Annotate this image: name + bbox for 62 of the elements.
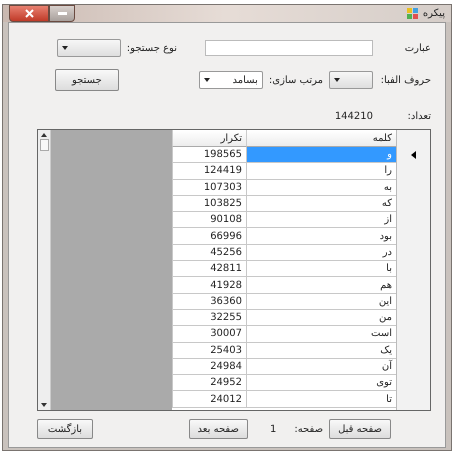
phrase-label: عبارت [404,42,431,54]
count-cell: 42811 [172,261,246,278]
word-cell[interactable]: هم [246,277,396,294]
dropdown-arrow-icon [62,46,68,50]
app-icon [406,8,419,20]
sort-dropdown[interactable]: بسامد [198,71,263,89]
word-cell[interactable]: تا [246,391,396,408]
count-cell: 124419 [172,163,246,180]
word-cell[interactable]: من [246,310,396,326]
word-cell[interactable]: در [246,244,396,262]
count-cell: 24984 [172,358,246,376]
word-cell[interactable]: بود [246,228,396,245]
alphabet-dropdown[interactable] [329,71,373,89]
count-cell: 90108 [172,212,246,228]
minimize-icon [58,12,66,15]
scroll-up-icon[interactable] [41,133,47,137]
count-cell: 45256 [172,244,246,262]
previous-page-button[interactable]: صفحه قبل [329,419,391,439]
vertical-scrollbar[interactable] [38,130,51,410]
word-cell[interactable]: به [246,180,396,196]
next-page-button[interactable]: صفحه بعد [188,419,248,439]
count-value: 144210 [334,110,373,122]
scroll-thumb[interactable] [40,139,48,151]
count-cell: 24952 [172,375,246,392]
count-cell: 41928 [172,277,246,294]
alphabet-label: حروف الفبا: [380,74,431,86]
count-label: تعداد: [406,110,431,122]
search-button[interactable]: جستجو [54,69,119,91]
word-cell[interactable]: از [246,212,396,228]
count-cell: 24012 [172,391,246,408]
dropdown-arrow-icon [204,78,210,82]
column-header[interactable]: تکرار [172,130,246,147]
count-cell: 107303 [172,180,246,196]
count-cell: 32255 [172,310,246,326]
page-label: صفحه: [294,424,324,434]
close-icon [24,9,34,18]
word-cell[interactable]: آن [246,358,396,376]
word-cell[interactable]: یک [246,342,396,359]
count-cell: 25403 [172,342,246,359]
search-type-label: نوع جستجو: [126,42,177,54]
search-type-dropdown[interactable] [56,39,121,57]
count-cell: 198565 [172,147,246,164]
dropdown-arrow-icon [334,78,340,82]
close-button[interactable] [9,5,49,22]
window-title: پیکره [422,8,445,19]
phrase-input-field[interactable] [205,40,373,56]
word-cell[interactable]: توی [246,375,396,392]
word-cell[interactable]: را [246,163,396,180]
count-cell: 66996 [172,228,246,245]
column-header[interactable]: کلمه [246,130,396,147]
word-cell[interactable]: این [246,294,396,310]
count-cell: 103825 [172,196,246,212]
word-cell[interactable]: است [246,326,396,343]
minimize-button[interactable] [49,5,75,22]
count-cell: 36360 [172,294,246,310]
word-cell[interactable]: که [246,196,396,212]
count-cell: 30007 [172,326,246,343]
scroll-down-icon[interactable] [41,403,47,407]
sort-label: مرتب سازی: [268,74,323,86]
word-cell[interactable]: با [246,261,396,278]
back-button[interactable]: بازگشت [37,419,93,439]
page-number: 1 [270,424,276,434]
